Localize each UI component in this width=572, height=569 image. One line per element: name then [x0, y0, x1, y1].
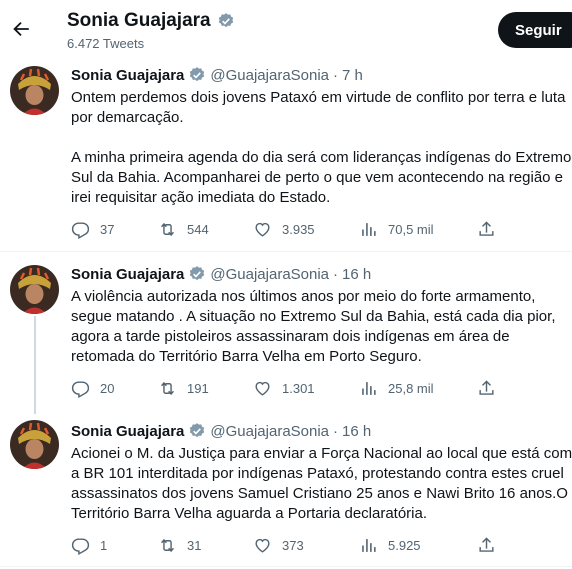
- reply-count: 20: [100, 381, 115, 396]
- avatar[interactable]: [10, 265, 59, 314]
- reply-count: 1: [100, 538, 108, 553]
- view-count: 25,8 mil: [388, 381, 434, 396]
- retweet-count: 31: [187, 538, 202, 553]
- reply-button[interactable]: 20: [71, 379, 114, 398]
- avatar[interactable]: [10, 66, 59, 115]
- separator-dot: ·: [333, 265, 339, 283]
- like-button[interactable]: 373: [253, 536, 304, 555]
- author-handle[interactable]: @GuajajaraSonia: [210, 423, 329, 440]
- separator-dot: ·: [333, 66, 339, 84]
- back-arrow-icon[interactable]: [10, 18, 32, 40]
- view-count: 5.925: [388, 538, 421, 553]
- divider: [0, 566, 572, 567]
- profile-header: Sonia Guajajara 6.472 Tweets Seguir: [0, 0, 572, 58]
- views-button[interactable]: 5.925: [359, 536, 421, 555]
- view-count: 70,5 mil: [388, 222, 434, 237]
- verified-badge-icon: [218, 13, 233, 28]
- reply-count: 37: [100, 222, 115, 237]
- tweet-actions: 1 31 373 5.925: [71, 536, 511, 556]
- reply-button[interactable]: 1: [71, 536, 107, 555]
- retweet-count: 191: [187, 381, 209, 396]
- like-count: 1.301: [282, 381, 315, 396]
- retweet-button[interactable]: 191: [158, 379, 209, 398]
- tweet-time[interactable]: 7 h: [342, 67, 363, 84]
- retweet-icon: [161, 381, 174, 396]
- views-icon: [362, 539, 376, 552]
- views-icon: [362, 382, 376, 395]
- tweet-time[interactable]: 16 h: [342, 423, 371, 440]
- reply-icon: [71, 381, 90, 398]
- follow-button[interactable]: Seguir: [498, 12, 572, 48]
- avatar-image: [10, 66, 59, 115]
- views-icon: [362, 223, 376, 236]
- tweet-time[interactable]: 16 h: [342, 266, 371, 283]
- verified-badge-icon: [190, 266, 205, 281]
- separator-dot: ·: [333, 422, 339, 440]
- heart-icon: [255, 538, 270, 553]
- tweet-text: Acionei o M. da Justiça para enviar a Fo…: [71, 445, 572, 522]
- like-button[interactable]: 1.301: [253, 379, 315, 398]
- avatar-image: [10, 420, 59, 469]
- tweet-count: 6.472 Tweets: [67, 36, 145, 51]
- tweet[interactable]: Sonia Guajajara @GuajajaraSonia · 16 h A…: [0, 257, 572, 407]
- like-count: 373: [282, 538, 304, 553]
- tweet-actions: 20 191 1.301 25,8 mil: [71, 379, 511, 399]
- profile-name: Sonia Guajajara: [67, 10, 211, 31]
- retweet-icon: [161, 538, 174, 553]
- tweet-text: A violência autorizada nos últimos anos …: [71, 288, 556, 365]
- reply-button[interactable]: 37: [71, 220, 114, 239]
- verified-badge-icon: [190, 67, 205, 82]
- author-name[interactable]: Sonia Guajajara: [71, 67, 184, 84]
- retweet-button[interactable]: 31: [158, 536, 201, 555]
- share-icon[interactable]: [477, 536, 496, 555]
- like-button[interactable]: 3.935: [253, 220, 315, 239]
- author-name[interactable]: Sonia Guajajara: [71, 266, 184, 283]
- retweet-button[interactable]: 544: [158, 220, 209, 239]
- retweet-icon: [161, 222, 174, 237]
- author-handle[interactable]: @GuajajaraSonia: [210, 266, 329, 283]
- author-handle[interactable]: @GuajajaraSonia: [210, 67, 329, 84]
- tweet-header: Sonia Guajajara @GuajajaraSonia · 16 h: [71, 422, 371, 440]
- reply-icon: [71, 222, 90, 239]
- tweet-text: Ontem perdemos dois jovens Pataxó em vir…: [71, 89, 572, 206]
- share-icon[interactable]: [477, 220, 496, 239]
- divider: [0, 251, 572, 252]
- avatar[interactable]: [10, 420, 59, 469]
- heart-icon: [255, 381, 270, 396]
- views-button[interactable]: 70,5 mil: [359, 220, 434, 239]
- retweet-count: 544: [187, 222, 209, 237]
- tweet[interactable]: Sonia Guajajara @GuajajaraSonia · 7 h On…: [0, 58, 572, 251]
- views-button[interactable]: 25,8 mil: [359, 379, 434, 398]
- reply-icon: [71, 538, 90, 555]
- avatar-image: [10, 265, 59, 314]
- like-count: 3.935: [282, 222, 315, 237]
- tweet-actions: 37 544 3.935 70,5 mil: [71, 220, 511, 240]
- tweet-header: Sonia Guajajara @GuajajaraSonia · 16 h: [71, 265, 371, 283]
- share-icon[interactable]: [477, 379, 496, 398]
- verified-badge-icon: [190, 423, 205, 438]
- tweet-header: Sonia Guajajara @GuajajaraSonia · 7 h: [71, 66, 363, 84]
- tweet[interactable]: Sonia Guajajara @GuajajaraSonia · 16 h A…: [0, 414, 572, 564]
- heart-icon: [255, 222, 270, 237]
- author-name[interactable]: Sonia Guajajara: [71, 423, 184, 440]
- profile-name-row: Sonia Guajajara: [67, 10, 235, 32]
